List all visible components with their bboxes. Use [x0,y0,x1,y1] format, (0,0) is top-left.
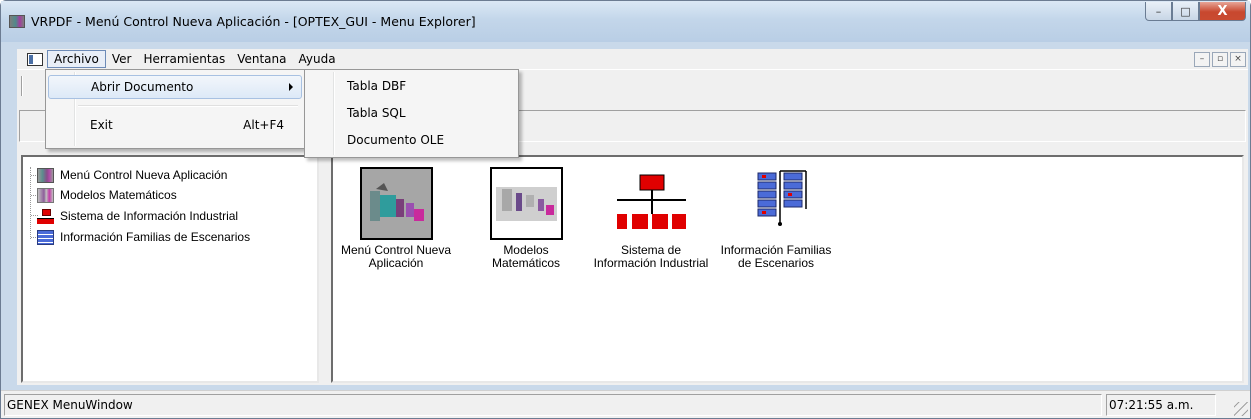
app-window: VRPDF - Menú Control Nueva Aplicación - … [0,0,1251,419]
mdi-caption-buttons: – ▫ × [1194,51,1246,67]
mdi-minimize-button[interactable]: – [1194,51,1210,67]
menu-ayuda[interactable]: Ayuda [293,51,342,67]
menu-bar: Archivo Ver Herramientas Ventana Ayuda –… [17,49,1248,69]
icon-item-label: Modelos Matemáticos [491,243,561,270]
scenario-families-icon [37,229,54,245]
toolbar-grip[interactable] [21,76,23,96]
client-area: Menú Control Nueva Aplicación Modelos Ma… [17,151,1248,385]
menu-control-icon [37,167,54,183]
status-message: GENEX MenuWindow [4,394,1102,416]
tree-item-label: Modelos Matemáticos [60,188,177,202]
archivo-menu: Abrir Documento Exit Alt+F4 [45,69,305,149]
org-chart-icon [615,167,688,240]
icon-item-menu-control[interactable]: Menú Control Nueva Aplicación [336,167,456,270]
menu-separator [78,105,298,107]
menu-item-label: Abrir Documento [91,80,194,94]
menu-control-icon [359,167,433,240]
icon-item-label: Menú Control Nueva Aplicación [340,243,452,270]
tree-item-industrial-info[interactable]: Sistema de Información Industrial [37,206,238,226]
menu-ventana[interactable]: Ventana [231,51,292,67]
menu-item-documento-ole[interactable]: Documento OLE [307,128,516,152]
menu-item-tabla-sql[interactable]: Tabla SQL [307,101,516,125]
abrir-documento-submenu: Tabla DBF Tabla SQL Documento OLE [304,69,519,158]
tree-panel: Menú Control Nueva Aplicación Modelos Ma… [21,155,319,383]
menu-item-shortcut: Alt+F4 [243,118,284,132]
icon-item-label: Información Familias de Escenarios [720,243,832,270]
caption-buttons: – □ X [1145,2,1246,21]
scenario-families-icon [740,167,813,240]
menu-ver[interactable]: Ver [106,51,138,67]
org-chart-icon [37,208,54,224]
title-bar[interactable]: VRPDF - Menú Control Nueva Aplicación - … [1,1,1250,42]
menu-item-label: Exit [90,118,113,132]
status-bar: GENEX MenuWindow 07:21:55 a.m. [1,390,1250,418]
math-models-icon [489,167,563,240]
document-system-menu-icon[interactable] [27,52,43,66]
tree-item-label: Sistema de Información Industrial [60,209,239,223]
minimize-button[interactable]: – [1145,2,1172,21]
math-models-icon [37,187,54,203]
icon-view-panel: Menú Control Nueva Aplicación Modelos Ma… [331,155,1244,383]
menu-item-abrir-documento[interactable]: Abrir Documento [48,75,302,99]
maximize-button[interactable]: □ [1172,2,1199,21]
mdi-close-button[interactable]: × [1230,51,1246,67]
menu-archivo[interactable]: Archivo [47,50,106,68]
close-button[interactable]: X [1199,2,1246,21]
mdi-restore-button[interactable]: ▫ [1212,51,1228,67]
resize-grip[interactable] [1234,402,1248,416]
tree-item-menu-control[interactable]: Menú Control Nueva Aplicación [37,165,227,185]
tree-item-math-models[interactable]: Modelos Matemáticos [37,185,177,205]
tree-connector [30,167,31,239]
app-icon[interactable] [9,15,25,28]
icon-item-math-models[interactable]: Modelos Matemáticos [466,167,586,270]
menu-herramientas[interactable]: Herramientas [137,51,231,67]
tree-item-scenario-families[interactable]: Información Familias de Escenarios [37,227,250,247]
icon-item-label: Sistema de Información Industrial [593,243,709,270]
icon-item-scenario-families[interactable]: Información Familias de Escenarios [716,167,836,270]
icon-item-industrial-info[interactable]: Sistema de Información Industrial [591,167,711,270]
tree-item-label: Información Familias de Escenarios [60,230,251,244]
tree-item-label: Menú Control Nueva Aplicación [60,168,228,182]
menu-item-tabla-dbf[interactable]: Tabla DBF [307,74,516,98]
window-title: VRPDF - Menú Control Nueva Aplicación - … [31,14,476,29]
submenu-arrow-icon [289,83,293,91]
menu-item-exit[interactable]: Exit Alt+F4 [48,113,302,137]
status-clock: 07:21:55 a.m. [1106,394,1216,416]
